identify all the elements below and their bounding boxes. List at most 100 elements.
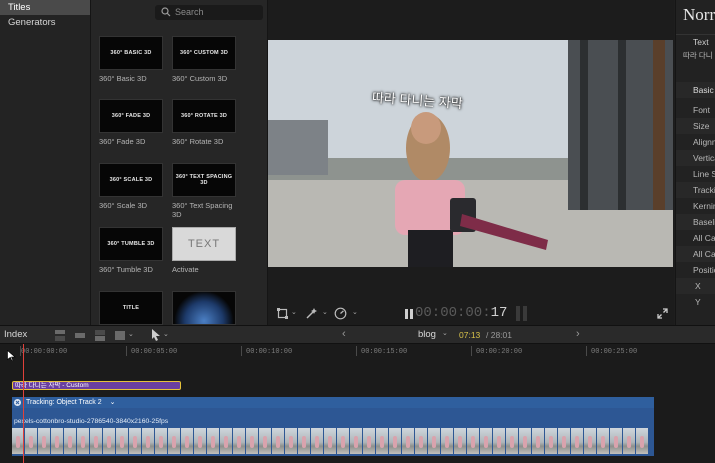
title-tile[interactable]: 360° CUSTOM 3D 360° Custom 3D bbox=[172, 36, 238, 83]
title-tile[interactable]: 360° FADE 3D 360° Fade 3D bbox=[99, 99, 165, 146]
filmstrip-frame bbox=[51, 428, 63, 454]
video-frame[interactable]: 따라 다니는 자막 bbox=[268, 40, 673, 267]
title-tile[interactable]: 360° TUMBLE 3D 360° Tumble 3D bbox=[99, 227, 165, 274]
inspector-row[interactable]: All Ca bbox=[676, 230, 715, 246]
speed-gauge-icon[interactable] bbox=[334, 307, 347, 320]
title-thumbnail: 360° TUMBLE 3D bbox=[99, 227, 163, 261]
filmstrip-frame bbox=[25, 428, 37, 454]
chevron-down-icon[interactable]: ⌄ bbox=[322, 308, 328, 316]
index-button[interactable]: Index bbox=[4, 329, 27, 340]
filmstrip-frame bbox=[441, 428, 453, 454]
inspector-row[interactable]: Alignm bbox=[676, 134, 715, 150]
filmstrip-frame bbox=[220, 428, 232, 454]
timeline[interactable]: 00:00:00:00 00:00:05:00 00:00:10:00 00:0… bbox=[0, 344, 715, 463]
filmstrip-frame bbox=[480, 428, 492, 454]
forward-arrow-icon[interactable]: › bbox=[576, 328, 580, 340]
search-placeholder: Search bbox=[175, 7, 204, 17]
playhead[interactable] bbox=[23, 344, 24, 463]
chevron-down-icon[interactable]: ⌄ bbox=[352, 308, 358, 316]
timeline-toolbar: Index ⌄ ⌄ ‹ blog ⌄ 07:13 / 28:01 › bbox=[0, 325, 715, 344]
title-tile[interactable]: 360° SCALE 3D 360° Scale 3D bbox=[99, 163, 165, 210]
clip-filmstrip bbox=[12, 428, 652, 454]
inspector-row[interactable]: Kernin bbox=[676, 198, 715, 214]
filmstrip-frame bbox=[298, 428, 310, 454]
ruler-tick bbox=[586, 346, 587, 356]
inspector-section-basic[interactable]: Basic bbox=[676, 82, 715, 98]
filmstrip-frame bbox=[467, 428, 479, 454]
ruler-label: 00:00:00:00 bbox=[21, 348, 68, 356]
chevron-down-icon[interactable]: ⌄ bbox=[110, 399, 116, 406]
filmstrip-frame bbox=[532, 428, 544, 454]
tracking-bar[interactable]: Tracking: Object Track 2 ⌄ bbox=[12, 397, 654, 408]
filmstrip-frame bbox=[194, 428, 206, 454]
filmstrip-frame bbox=[324, 428, 336, 454]
sidebar-item-generators[interactable]: Generators bbox=[0, 15, 90, 30]
search-icon bbox=[161, 7, 171, 17]
title-tile-label: Activate bbox=[172, 265, 199, 274]
filmstrip-frame bbox=[428, 428, 440, 454]
inspector-text-field[interactable]: 따라 다니 bbox=[683, 50, 713, 61]
select-tool-icon[interactable] bbox=[151, 329, 161, 341]
close-icon[interactable] bbox=[14, 399, 21, 406]
chevron-down-icon[interactable]: ⌄ bbox=[291, 308, 297, 316]
ruler-label: 00:00:20:00 bbox=[476, 348, 523, 356]
enhance-wand-icon[interactable] bbox=[305, 308, 317, 320]
filmstrip-frame bbox=[285, 428, 297, 454]
title-thumbnail: 360° FADE 3D bbox=[99, 99, 163, 133]
inspector-row[interactable]: Font bbox=[676, 102, 715, 118]
back-arrow-icon[interactable]: ‹ bbox=[342, 328, 346, 340]
filmstrip-frame bbox=[246, 428, 258, 454]
inspector-row[interactable]: Y bbox=[676, 294, 715, 310]
sidebar-item-titles[interactable]: Titles bbox=[0, 0, 90, 15]
title-tile[interactable] bbox=[172, 291, 238, 325]
overwrite-clip-icon[interactable] bbox=[114, 330, 126, 341]
title-tile-label: 360° Scale 3D bbox=[99, 201, 148, 210]
transform-icon[interactable] bbox=[277, 308, 288, 319]
filmstrip-frame bbox=[415, 428, 427, 454]
filmstrip-frame bbox=[77, 428, 89, 454]
project-duration: / 28:01 bbox=[486, 330, 512, 340]
filmstrip-frame bbox=[519, 428, 531, 454]
insert-clip-icon[interactable] bbox=[74, 330, 86, 341]
filmstrip-frame bbox=[636, 428, 648, 454]
filmstrip-frame bbox=[584, 428, 596, 454]
title-tile[interactable]: 360° ROTATE 3D 360° Rotate 3D bbox=[172, 99, 238, 146]
filmstrip-frame bbox=[233, 428, 245, 454]
pointer-cursor-icon bbox=[7, 350, 16, 361]
inspector-row[interactable]: X bbox=[676, 278, 715, 294]
filmstrip-frame bbox=[454, 428, 466, 454]
filmstrip-frame bbox=[350, 428, 362, 454]
chevron-down-icon[interactable]: ⌄ bbox=[128, 330, 134, 338]
filmstrip-frame bbox=[571, 428, 583, 454]
chevron-down-icon[interactable]: ⌄ bbox=[163, 330, 169, 338]
filmstrip-frame bbox=[610, 428, 622, 454]
connect-clip-icon[interactable] bbox=[54, 330, 66, 341]
append-clip-icon[interactable] bbox=[94, 330, 106, 341]
inspector-row[interactable]: Positio bbox=[676, 262, 715, 278]
inspector-row[interactable]: Vertica bbox=[676, 150, 715, 166]
timecode-display[interactable]: 00:00:00:17 bbox=[415, 305, 507, 321]
project-name[interactable]: blog bbox=[418, 329, 436, 340]
chevron-down-icon[interactable]: ⌄ bbox=[442, 329, 448, 337]
filmstrip-frame bbox=[259, 428, 271, 454]
inspector-row[interactable]: Line S bbox=[676, 166, 715, 182]
title-tile-label: 360° Tumble 3D bbox=[99, 265, 153, 274]
filmstrip-frame bbox=[38, 428, 50, 454]
search-input[interactable]: Search bbox=[155, 5, 263, 20]
inspector-row[interactable]: Size bbox=[676, 118, 715, 134]
timecode-frames: 17 bbox=[490, 305, 508, 321]
pause-icon[interactable] bbox=[405, 309, 413, 319]
filmstrip-frame bbox=[623, 428, 635, 454]
inspector-row[interactable]: All Ca bbox=[676, 246, 715, 262]
title-tile-label: 360° Fade 3D bbox=[99, 137, 146, 146]
inspector-row[interactable]: Trackin bbox=[676, 182, 715, 198]
inspector-row[interactable]: Baseli bbox=[676, 214, 715, 230]
title-tile[interactable]: TEXT Activate bbox=[172, 227, 238, 274]
title-tile[interactable]: 360° BASIC 3D 360° Basic 3D bbox=[99, 36, 165, 83]
title-tile[interactable]: 360° TEXT SPACING 3D 360° Text Spacing 3… bbox=[172, 163, 238, 219]
fullscreen-icon[interactable] bbox=[657, 308, 668, 319]
ruler-tick bbox=[126, 346, 127, 356]
title-tile[interactable]: TITLE bbox=[99, 291, 165, 325]
title-clip[interactable]: 따라 다니는 자막 - Custom bbox=[12, 381, 181, 390]
video-clip[interactable]: pexels-cottonbro-studio-2786540-3840x216… bbox=[12, 408, 654, 456]
